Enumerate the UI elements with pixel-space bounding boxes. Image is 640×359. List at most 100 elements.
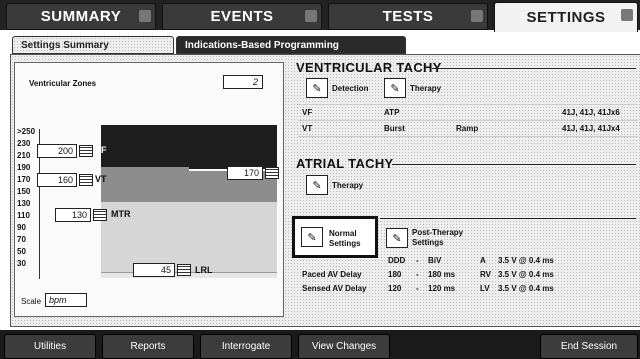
post-therapy-label-line2: Settings [412,238,444,247]
axis-tick: 130 [17,199,31,208]
vf-row-therapy: ATP [384,108,400,117]
scale-field[interactable]: bpm [45,293,87,307]
table-divider [298,136,638,137]
vt-zone-region [101,167,189,202]
tab-events[interactable]: EVENTS [162,3,322,30]
vf-zone-region [101,125,277,169]
sub-tab-bar: Settings Summary Indications-Based Progr… [12,36,412,54]
therapy-button[interactable]: ✎ [384,78,406,98]
vt-row-therapy: Burst [384,124,405,133]
atrial-therapy-button[interactable]: ✎ [306,175,328,195]
brady-row-value: 180 [388,270,402,279]
atrial-tachy-heading: ATRIAL TACHY [296,156,394,171]
brady-row-sep: - [416,256,419,265]
vf-rate-field[interactable]: 200 [37,144,77,158]
brady-row-amp: 3.5 V @ 0.4 ms [498,270,554,279]
section-divider [392,164,636,165]
axis-tick: 230 [17,139,31,148]
tab-settings[interactable]: SETTINGS [494,2,638,32]
brady-row-name: Sensed AV Delay [302,284,367,293]
lrl-zone-label: LRL [195,265,213,275]
wrench-icon: ✎ [312,82,322,95]
mtr-zone-label: MTR [111,209,131,219]
events-icon [305,10,317,22]
axis-tick: 190 [17,163,31,172]
tab-label: SUMMARY [40,8,122,25]
programming-panel: VENTRICULAR TACHY ✎ Detection ✎ Therapy … [292,58,640,324]
vt-row-mode: Ramp [456,124,479,133]
mtr-rate-icon[interactable] [93,209,107,221]
brady-row-name: Paced AV Delay [302,270,362,279]
axis-tick: 90 [17,223,26,232]
section-divider [432,68,636,69]
axis-tick: 150 [17,187,31,196]
top-tab-bar: SUMMARY EVENTS TESTS SETTINGS [0,0,640,32]
bottom-toolbar: Utilities Reports Interrogate View Chang… [0,330,640,359]
ventricular-zones-panel: Ventricular Zones 2 >250 230 210 190 170… [14,62,284,317]
wrench-icon-button: ✎ [301,227,323,247]
lrl-rate-field[interactable]: 45 [133,263,175,277]
tab-settings-summary[interactable]: Settings Summary [12,36,174,54]
tab-label: TESTS [382,8,434,25]
vf-row-zone: VF [302,108,313,117]
axis-tick: 70 [17,235,26,244]
interrogate-button[interactable]: Interrogate [200,334,292,359]
tab-summary[interactable]: SUMMARY [6,3,156,30]
tab-indications-based-programming[interactable]: Indications-Based Programming [176,36,406,54]
vt-right-rate-icon[interactable] [265,167,279,179]
axis-tick: 50 [17,247,26,256]
tab-label: EVENTS [210,8,274,25]
brady-row-amp: 3.5 V @ 0.4 ms [498,256,554,265]
vf-row-shocks: 41J, 41J, 41Jx6 [562,108,620,117]
tests-icon [471,10,483,22]
tab-label: SETTINGS [526,9,606,26]
vt-right-rate-field[interactable]: 170 [227,166,263,180]
brady-row-lead: A [480,256,486,265]
vt-rate-icon[interactable] [79,174,93,186]
atrial-therapy-label: Therapy [332,181,364,190]
wrench-icon: ✎ [392,232,402,245]
vt-row-shocks: 41J, 41J, 41Jx4 [562,124,620,133]
post-therapy-button[interactable]: ✎ [386,228,408,248]
tab-tests[interactable]: TESTS [328,3,488,30]
lrl-rate-icon[interactable] [177,264,191,276]
brady-row-value2: BiV [428,256,442,265]
brady-row-value2: 180 ms [428,270,456,279]
vt-zone-label: VT [95,174,107,184]
brady-row-lead: LV [480,284,490,293]
normal-label-line1: Normal [329,229,357,238]
utilities-button[interactable]: Utilities [4,334,96,359]
wrench-icon: ✎ [307,231,317,244]
ventricular-tachy-heading: VENTRICULAR TACHY [296,60,442,75]
therapy-label: Therapy [410,84,442,93]
table-divider [298,104,638,105]
detection-button[interactable]: ✎ [306,78,328,98]
axis-tick: 170 [17,175,31,184]
brady-row-value: DDD [388,256,406,265]
mtr-rate-field[interactable]: 130 [55,208,91,222]
vf-rate-icon[interactable] [79,145,93,157]
ventricular-zones-field[interactable]: 2 [223,75,263,89]
axis-tick: 30 [17,259,26,268]
brady-row-sep: - [416,284,419,293]
table-divider [298,120,638,121]
axis-tick: >250 [17,127,36,136]
reports-button[interactable]: Reports [102,334,194,359]
brady-row-value: 120 [388,284,402,293]
summary-icon [139,10,151,22]
brady-row-value2: 120 ms [428,284,456,293]
section-divider [380,218,636,219]
end-session-button[interactable]: End Session [540,334,638,359]
view-changes-button[interactable]: View Changes [298,334,390,359]
brady-row-sep: - [416,270,419,279]
normal-label-line2: Settings [329,239,361,248]
ventricular-zones-label: Ventricular Zones [29,79,97,88]
scale-label: Scale [21,297,42,306]
wrench-icon: ✎ [312,179,322,192]
normal-settings-button[interactable]: ✎ Normal Settings [292,216,378,258]
brady-row-lead: RV [480,270,491,279]
wrench-icon: ✎ [390,82,400,95]
vt-rate-field[interactable]: 160 [37,173,77,187]
post-therapy-label-line1: Post-Therapy [412,228,464,237]
settings-icon [621,9,633,21]
